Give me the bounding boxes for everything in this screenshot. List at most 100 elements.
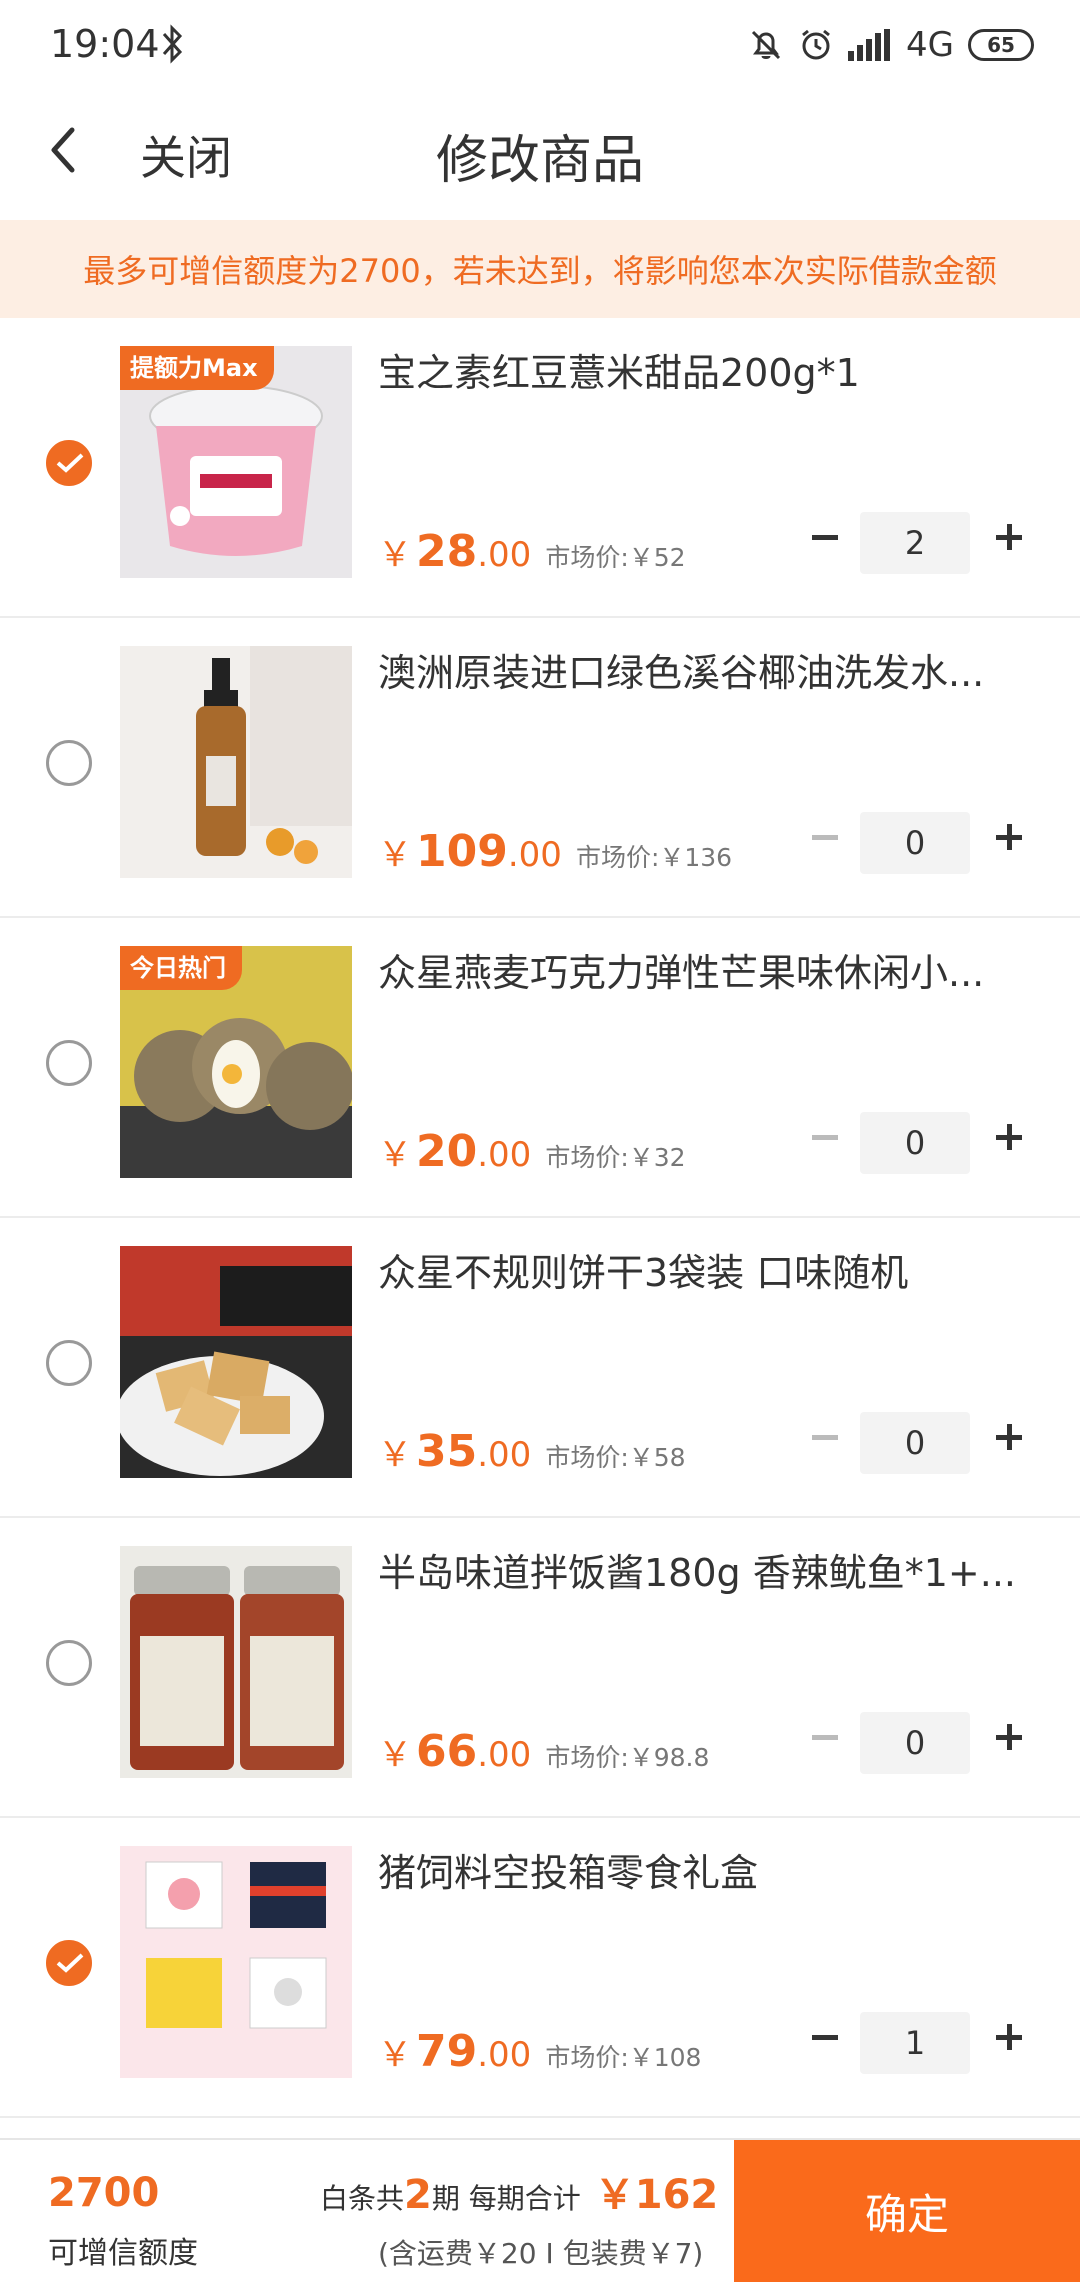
price-decimal: .00	[507, 835, 562, 875]
price-decimal: .00	[477, 1435, 532, 1475]
footer-bar: 2700 可增信额度 白条共 2 期 每期合计 ￥162 (含运费￥20 I 包…	[0, 2138, 1080, 2282]
product-row: 今日热门 众星燕麦巧克力弹性芒果味休闲小... ￥ 20 .00 市场价:￥32…	[0, 918, 1080, 1218]
decrease-qty-button[interactable]	[806, 1418, 846, 1458]
market-price: 市场价:￥108	[545, 2043, 702, 2072]
price: ￥ 35 .00 市场价:￥58	[378, 1426, 686, 1477]
increase-qty-button[interactable]	[990, 1718, 1030, 1758]
product-name: 众星燕麦巧克力弹性芒果味休闲小...	[378, 951, 985, 995]
credit-limit-value: 2700	[48, 2170, 160, 2216]
currency-symbol: ￥	[378, 1435, 412, 1475]
battery-level: 65	[987, 33, 1015, 57]
alarm-icon	[802, 29, 830, 60]
biscuit-bowl-image	[120, 1246, 352, 1478]
currency-symbol: ￥	[378, 835, 412, 875]
signal-icon	[848, 29, 891, 61]
price: ￥ 20 .00 市场价:￥32	[378, 1126, 686, 1177]
decrease-qty-button[interactable]	[806, 1718, 846, 1758]
price-integer: 66	[416, 1726, 478, 1777]
network-type: 4G	[906, 25, 954, 65]
market-price: 市场价:￥32	[545, 1143, 686, 1172]
price-integer: 35	[416, 1426, 478, 1477]
market-price: 市场价:￥58	[545, 1443, 686, 1472]
decrease-qty-button[interactable]	[806, 2018, 846, 2058]
price-decimal: .00	[477, 535, 532, 575]
status-icons: 4G 65	[748, 22, 1034, 68]
checkmark-icon	[56, 1953, 84, 1973]
quantity-value[interactable]: 0	[860, 1712, 970, 1774]
product-row: 提额力Max 宝之素红豆薏米甜品200g*1 ￥ 28 .00 市场价:￥52 …	[0, 318, 1080, 618]
currency-symbol: ￥	[378, 2035, 412, 2075]
product-name: 众星不规则饼干3袋装 口味随机	[378, 1251, 909, 1295]
mute-bell-icon	[751, 30, 781, 60]
sauce-jars-image	[120, 1546, 352, 1778]
currency-symbol: ￥	[378, 1135, 412, 1175]
battery-icon: 65	[968, 29, 1034, 61]
installment-summary: 白条共 2 期 每期合计 ￥162	[320, 2162, 718, 2220]
shampoo-bottle-image	[120, 646, 352, 878]
quantity-value[interactable]: 1	[860, 2012, 970, 2074]
header: 关闭 修改商品	[0, 90, 1080, 220]
currency-symbol: ￥	[378, 535, 412, 575]
increase-qty-button[interactable]	[990, 1118, 1030, 1158]
product-row: 众星不规则饼干3袋装 口味随机 ￥ 35 .00 市场价:￥58 0	[0, 1218, 1080, 1518]
per-period-amount: ￥162	[594, 2172, 719, 2218]
price-integer: 109	[416, 826, 508, 877]
select-checkbox[interactable]	[46, 440, 92, 486]
gift-box-image	[120, 1846, 352, 2078]
credit-notice-banner: 最多可增信额度为2700，若未达到，将影响您本次实际借款金额	[0, 220, 1080, 318]
plan-mid: 期 每期合计	[431, 2182, 581, 2215]
price-integer: 20	[416, 1126, 478, 1177]
plan-prefix: 白条共	[320, 2182, 405, 2215]
market-price: 市场价:￥136	[575, 843, 733, 872]
status-time: 19:04	[50, 22, 160, 66]
product-image[interactable]	[120, 1546, 352, 1778]
product-name: 半岛味道拌饭酱180g 香辣鱿鱼*1+...	[378, 1551, 1016, 1595]
credit-limit-label: 可增信额度	[48, 2236, 198, 2271]
confirm-button[interactable]: 确定	[734, 2140, 1080, 2282]
price: ￥ 79 .00 市场价:￥108	[378, 2026, 701, 2077]
increase-qty-button[interactable]	[990, 2018, 1030, 2058]
price-integer: 28	[416, 526, 478, 577]
bluetooth-icon	[162, 24, 183, 64]
status-bar: 19:04 4G 65	[0, 0, 1080, 90]
product-row: 澳洲原装进口绿色溪谷椰油洗发水... ￥ 109 .00 市场价:￥136 0	[0, 618, 1080, 918]
increase-qty-button[interactable]	[990, 818, 1030, 858]
price-decimal: .00	[477, 2035, 532, 2075]
price-decimal: .00	[477, 1735, 532, 1775]
quantity-value[interactable]: 0	[860, 1112, 970, 1174]
market-price: 市场价:￥98.8	[545, 1743, 710, 1772]
product-row: 半岛味道拌饭酱180g 香辣鱿鱼*1+... ￥ 66 .00 市场价:￥98.…	[0, 1518, 1080, 1818]
increase-qty-button[interactable]	[990, 518, 1030, 558]
checkmark-icon	[56, 453, 84, 473]
fee-note: (含运费￥20 I 包装费￥7)	[378, 2237, 704, 2270]
product-name: 澳洲原装进口绿色溪谷椰油洗发水...	[378, 651, 985, 695]
product-list: 提额力Max 宝之素红豆薏米甜品200g*1 ￥ 28 .00 市场价:￥52 …	[0, 318, 1080, 2118]
price: ￥ 109 .00 市场价:￥136	[378, 826, 732, 877]
quantity-value[interactable]: 0	[860, 1412, 970, 1474]
price-integer: 79	[416, 2026, 478, 2077]
select-checkbox[interactable]	[46, 1640, 92, 1686]
product-image[interactable]	[120, 646, 352, 878]
price: ￥ 28 .00 市场价:￥52	[378, 526, 686, 577]
select-checkbox[interactable]	[46, 1340, 92, 1386]
decrease-qty-button[interactable]	[806, 518, 846, 558]
price: ￥ 66 .00 市场价:￥98.8	[378, 1726, 709, 1777]
market-price: 市场价:￥52	[545, 543, 686, 572]
product-image[interactable]: 今日热门	[120, 946, 352, 1178]
product-image[interactable]: 提额力Max	[120, 346, 352, 578]
price-decimal: .00	[477, 1135, 532, 1175]
promo-badge: 今日热门	[120, 946, 242, 990]
page-title: 修改商品	[435, 131, 644, 191]
quantity-value[interactable]: 0	[860, 812, 970, 874]
select-checkbox[interactable]	[46, 1040, 92, 1086]
product-image[interactable]	[120, 1246, 352, 1478]
select-checkbox[interactable]	[46, 1940, 92, 1986]
decrease-qty-button[interactable]	[806, 818, 846, 858]
product-image[interactable]	[120, 1846, 352, 2078]
product-row: 猪饲料空投箱零食礼盒 ￥ 79 .00 市场价:￥108 1	[0, 1818, 1080, 2118]
increase-qty-button[interactable]	[990, 1418, 1030, 1458]
period-count: 2	[404, 2172, 432, 2218]
quantity-value[interactable]: 2	[860, 512, 970, 574]
decrease-qty-button[interactable]	[806, 1118, 846, 1158]
select-checkbox[interactable]	[46, 740, 92, 786]
